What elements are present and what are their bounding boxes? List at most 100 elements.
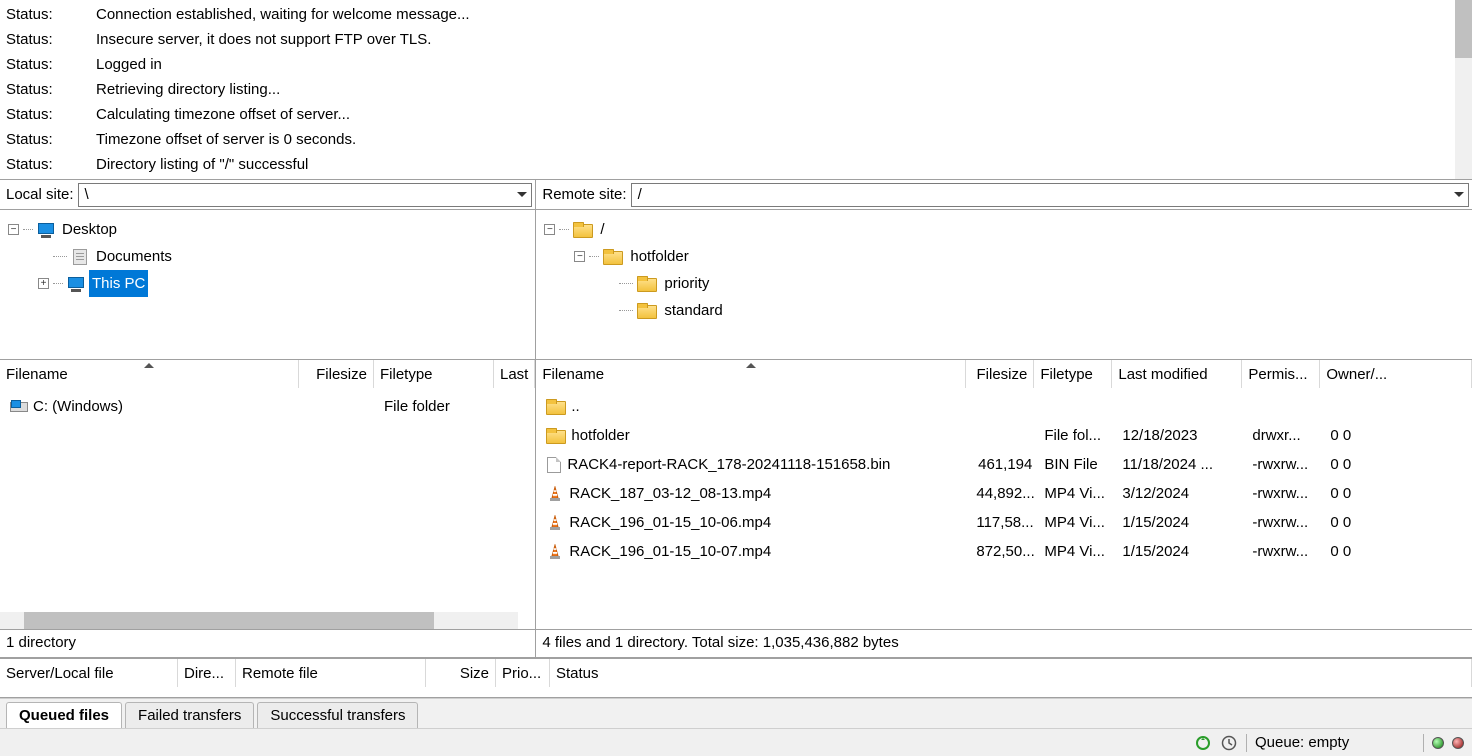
log-label: Status: xyxy=(6,77,96,102)
file-name: C: (Windows) xyxy=(33,398,123,415)
qcol-size[interactable]: Size xyxy=(426,659,496,687)
tree-item-documents[interactable]: Documents xyxy=(93,243,175,270)
queue-tabs: Queued files Failed transfers Successful… xyxy=(0,698,1472,728)
file-name: RACK_196_01-15_10-06.mp4 xyxy=(569,514,771,531)
file-icon xyxy=(546,457,562,473)
local-list-body[interactable]: C: (Windows)File folder xyxy=(0,388,535,612)
local-site-bar: Local site: \ xyxy=(0,180,535,210)
col-owner[interactable]: Owner/... xyxy=(1320,360,1472,388)
log-label: Status: xyxy=(6,102,96,127)
remote-site-label: Remote site: xyxy=(536,186,630,203)
qcol-status[interactable]: Status xyxy=(550,659,1472,687)
tree-item-root[interactable]: / xyxy=(597,216,607,243)
message-log[interactable]: Status:Connection established, waiting f… xyxy=(0,0,1472,180)
tree-item-hotfolder[interactable]: hotfolder xyxy=(627,243,691,270)
tree-collapse-toggle[interactable]: − xyxy=(574,251,585,262)
log-message: Calculating timezone offset of server... xyxy=(96,102,350,127)
log-label: Status: xyxy=(6,127,96,152)
col-filename[interactable]: Filename xyxy=(0,360,299,388)
log-scrollbar-thumb[interactable] xyxy=(1455,0,1472,58)
log-message: Directory listing of "/" successful xyxy=(96,152,308,177)
log-row[interactable]: Status:Insecure server, it does not supp… xyxy=(6,27,1468,52)
separator xyxy=(1246,734,1247,752)
tree-collapse-toggle[interactable]: − xyxy=(544,224,555,235)
list-item[interactable]: RACK_196_01-15_10-06.mp4117,58...MP4 Vi.… xyxy=(540,508,1472,537)
log-row[interactable]: Status:Timezone offset of server is 0 se… xyxy=(6,127,1468,152)
log-row[interactable]: Status:Directory listing of "/" successf… xyxy=(6,152,1468,177)
col-filesize[interactable]: Filesize xyxy=(966,360,1034,388)
local-site-combobox[interactable]: \ xyxy=(78,183,533,207)
list-item[interactable]: C: (Windows)File folder xyxy=(4,392,535,421)
tab-successful-transfers[interactable]: Successful transfers xyxy=(257,702,418,728)
local-status-text: 1 directory xyxy=(0,629,535,657)
remote-tree[interactable]: − / − hotfolder priority sta xyxy=(536,210,1472,360)
transfer-queue: Server/Local file Dire... Remote file Si… xyxy=(0,658,1472,698)
list-item[interactable]: .. xyxy=(540,392,1472,421)
col-filetype[interactable]: Filetype xyxy=(1034,360,1112,388)
file-name: .. xyxy=(571,398,579,415)
log-row[interactable]: Status:Retrieving directory listing... xyxy=(6,77,1468,102)
tab-queued-files[interactable]: Queued files xyxy=(6,702,122,728)
log-label: Status: xyxy=(6,152,96,177)
local-hscroll-thumb[interactable] xyxy=(24,612,434,629)
tree-expand-toggle[interactable]: + xyxy=(38,278,49,289)
chevron-down-icon xyxy=(517,192,527,197)
clock-icon[interactable] xyxy=(1220,734,1238,752)
folder-icon xyxy=(546,428,566,444)
chevron-down-icon xyxy=(1454,192,1464,197)
refresh-icon[interactable] xyxy=(1194,734,1212,752)
tree-collapse-toggle[interactable]: − xyxy=(8,224,19,235)
remote-site-bar: Remote site: / xyxy=(536,180,1472,210)
status-bar: Queue: empty xyxy=(0,728,1472,756)
log-row[interactable]: Status:Calculating timezone offset of se… xyxy=(6,102,1468,127)
qcol-server[interactable]: Server/Local file xyxy=(0,659,178,687)
col-filename[interactable]: Filename xyxy=(536,360,966,388)
local-site-path: \ xyxy=(85,186,89,203)
remote-pane: Remote site: / − / − hotfolder xyxy=(536,180,1472,657)
col-filesize[interactable]: Filesize xyxy=(299,360,374,388)
local-pane: Local site: \ − Desktop Documents + xyxy=(0,180,536,657)
list-item[interactable]: RACK_187_03-12_08-13.mp444,892...MP4 Vi.… xyxy=(540,479,1472,508)
remote-file-list: Filename Filesize Filetype Last modified… xyxy=(536,360,1472,657)
local-tree[interactable]: − Desktop Documents + This PC xyxy=(0,210,535,360)
folder-icon xyxy=(603,249,623,265)
activity-led-idle xyxy=(1432,737,1444,749)
qcol-remote[interactable]: Remote file xyxy=(236,659,426,687)
remote-list-header: Filename Filesize Filetype Last modified… xyxy=(536,360,1472,388)
drive-icon xyxy=(10,399,28,415)
folder-icon xyxy=(546,399,566,415)
log-message: Retrieving directory listing... xyxy=(96,77,280,102)
log-message: Timezone offset of server is 0 seconds. xyxy=(96,127,356,152)
col-filetype[interactable]: Filetype xyxy=(374,360,494,388)
vlc-icon xyxy=(546,486,564,502)
col-permissions[interactable]: Permis... xyxy=(1242,360,1320,388)
queue-header: Server/Local file Dire... Remote file Si… xyxy=(0,659,1472,687)
qcol-priority[interactable]: Prio... xyxy=(496,659,550,687)
log-label: Status: xyxy=(6,27,96,52)
tab-failed-transfers[interactable]: Failed transfers xyxy=(125,702,254,728)
remote-site-path: / xyxy=(638,186,642,203)
folder-icon xyxy=(637,276,657,292)
local-site-label: Local site: xyxy=(0,186,78,203)
log-message: Insecure server, it does not support FTP… xyxy=(96,27,431,52)
log-scrollbar[interactable] xyxy=(1455,0,1472,179)
remote-list-body[interactable]: .. hotfolderFile fol...12/18/2023drwxr...… xyxy=(536,388,1472,629)
col-last-modified[interactable]: Last modified xyxy=(1112,360,1242,388)
folder-icon xyxy=(637,303,657,319)
tree-item-this-pc[interactable]: This PC xyxy=(89,270,148,297)
desktop-icon xyxy=(37,222,55,238)
list-item[interactable]: RACK_196_01-15_10-07.mp4872,50...MP4 Vi.… xyxy=(540,537,1472,566)
log-row[interactable]: Status:Connection established, waiting f… xyxy=(6,2,1468,27)
remote-site-combobox[interactable]: / xyxy=(631,183,1469,207)
tree-item-desktop[interactable]: Desktop xyxy=(59,216,120,243)
list-item[interactable]: RACK4-report-RACK_178-20241118-151658.bi… xyxy=(540,450,1472,479)
tree-item-standard[interactable]: standard xyxy=(661,297,725,324)
tree-item-priority[interactable]: priority xyxy=(661,270,712,297)
list-item[interactable]: hotfolderFile fol...12/18/2023drwxr...0 … xyxy=(540,421,1472,450)
qcol-direction[interactable]: Dire... xyxy=(178,659,236,687)
local-hscrollbar[interactable] xyxy=(0,612,518,629)
log-row[interactable]: Status:Logged in xyxy=(6,52,1468,77)
vlc-icon xyxy=(546,515,564,531)
col-last[interactable]: Last xyxy=(494,360,535,388)
log-label: Status: xyxy=(6,2,96,27)
